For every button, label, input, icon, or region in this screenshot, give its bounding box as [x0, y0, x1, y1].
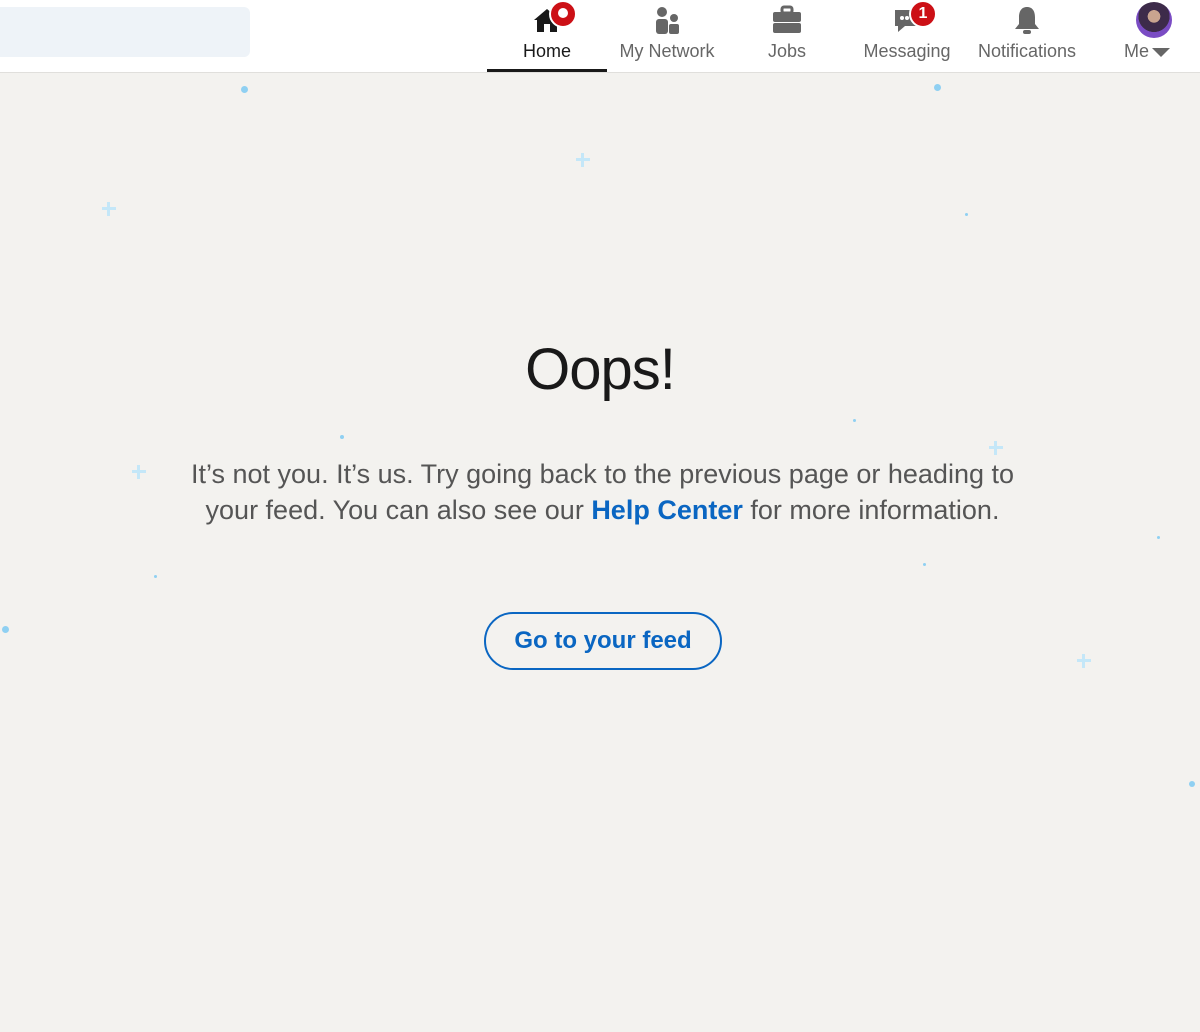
nav-item-label: Jobs — [767, 41, 807, 61]
active-indicator — [487, 69, 607, 72]
sparkle-plus — [989, 441, 1003, 455]
top-navigation-bar: Home My Network Jobs 1 Messaging Notific… — [0, 0, 1200, 73]
chevron-down-icon — [1152, 47, 1170, 57]
nav-item-label: Home — [522, 41, 571, 61]
help-center-link[interactable]: Help Center — [591, 495, 743, 525]
sparkle-dot — [934, 84, 941, 91]
search-input[interactable] — [0, 7, 250, 57]
nav-item-label: My Network — [619, 41, 715, 61]
nav-item-me[interactable]: Me — [1087, 0, 1200, 72]
sparkle-plus — [132, 465, 146, 479]
nav-item-label: Me — [1123, 41, 1149, 61]
me-label-wrap: Me — [1087, 41, 1200, 62]
sparkle-dot — [2, 626, 9, 633]
nav-item-label: Notifications — [977, 41, 1077, 61]
messaging-count-badge: 1 — [909, 0, 937, 28]
sparkle-dot — [241, 86, 248, 93]
sparkle-plus — [1077, 654, 1091, 668]
sparkle-dot — [340, 435, 344, 439]
briefcase-icon — [773, 5, 801, 33]
sparkle-plus — [102, 202, 116, 216]
sparkle-dot — [923, 563, 926, 566]
error-message-text-end: for more information. — [742, 495, 1000, 525]
sparkle-plus — [576, 153, 590, 167]
nav-item-notifications[interactable]: Notifications — [967, 0, 1087, 72]
avatar — [1136, 2, 1172, 38]
sparkle-dot — [1157, 536, 1160, 539]
error-title: Oops! — [525, 337, 676, 402]
sparkle-dot — [965, 213, 968, 216]
activity-dot-badge — [549, 0, 577, 28]
sparkle-dot — [853, 419, 856, 422]
nav-item-jobs[interactable]: Jobs — [727, 0, 847, 72]
nav-item-my-network[interactable]: My Network — [607, 0, 727, 72]
sparkle-dot — [1189, 781, 1195, 787]
go-to-feed-button[interactable]: Go to your feed — [484, 612, 722, 670]
nav-item-label: Messaging — [863, 41, 951, 61]
sparkle-dot — [154, 575, 157, 578]
people-icon — [656, 7, 679, 34]
nav-item-messaging[interactable]: 1 Messaging — [847, 0, 967, 72]
bell-icon — [1015, 7, 1039, 34]
error-message: It’s not you. It’s us. Try going back to… — [180, 456, 1025, 528]
nav-item-home[interactable]: Home — [487, 0, 607, 72]
